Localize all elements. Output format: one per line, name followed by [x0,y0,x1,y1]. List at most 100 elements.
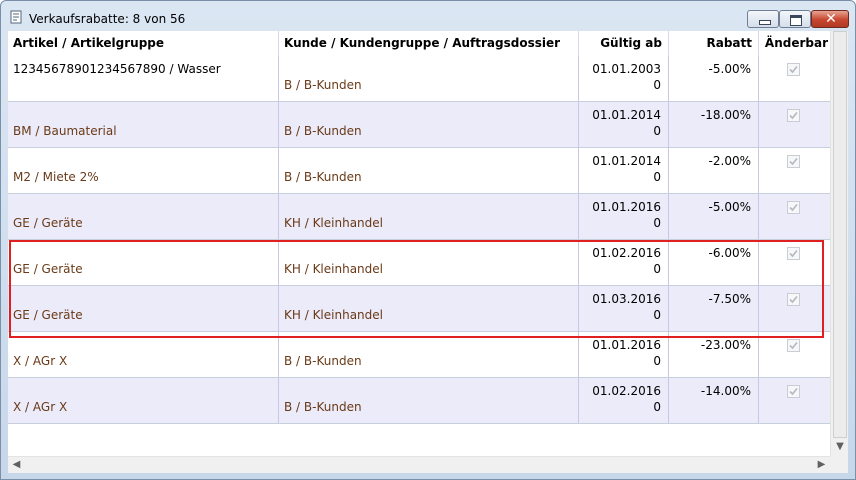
cell-rabatt[interactable]: -5.00% [669,194,759,239]
kunde-text: B / B-Kunden [284,170,362,184]
cell-aenderbar [759,56,830,101]
date-text: 01.01.2014 [592,154,661,168]
artikel-text: X / AGr X [13,354,68,368]
cell-gueltig-ab[interactable]: 01.01.2003 0 [579,56,669,101]
minimize-icon [759,20,771,25]
cell-kunde[interactable]: B / B-Kunden [279,378,579,423]
cell-artikel[interactable]: 12345678901234567890 / Wasser [8,56,279,101]
rabatt-text: -2.00% [708,154,751,168]
column-header-rabatt[interactable]: Rabatt [669,31,759,56]
cell-rabatt[interactable]: -7.50% [669,286,759,331]
aenderbar-checkbox[interactable] [787,385,800,398]
cell-gueltig-ab[interactable]: 01.01.2014 0 [579,148,669,193]
kunde-text: KH / Kleinhandel [284,216,383,230]
number-text: 0 [653,400,661,414]
cell-rabatt[interactable]: -23.00% [669,332,759,377]
checkmark-icon [789,111,798,120]
horizontal-scrollbar[interactable]: ◀ ▶ [8,456,830,473]
cell-aenderbar [759,148,830,193]
table-row[interactable]: GE / Geräte KH / Kleinhandel 01.01.2016 0 -5… [8,194,830,240]
table-row[interactable]: BM / Baumaterial B / B-Kunden 01.01.2014 0 -… [8,102,830,148]
cell-rabatt[interactable]: -2.00% [669,148,759,193]
checkmark-icon [789,341,798,350]
cell-kunde[interactable]: B / B-Kunden [279,102,579,147]
title-bar[interactable]: Verkaufsrabatte: 8 von 56 ✕ [1,1,855,31]
cell-aenderbar [759,286,830,331]
rabatt-text: -23.00% [700,338,751,352]
cell-gueltig-ab[interactable]: 01.02.2016 0 [579,378,669,423]
column-header-aenderbar[interactable]: Änderbar [759,31,830,56]
cell-aenderbar [759,240,830,285]
cell-artikel[interactable]: GE / Geräte [8,194,279,239]
table-row[interactable]: M2 / Miete 2% B / B-Kunden 01.01.2014 0 -2.0… [8,148,830,194]
artikel-text: GE / Geräte [13,262,83,276]
cell-kunde[interactable]: B / B-Kunden [279,332,579,377]
scrollbar-corner [830,456,848,473]
artikel-text: 12345678901234567890 / Wasser [13,62,221,76]
maximize-button[interactable] [779,10,811,28]
table-row[interactable]: X / AGr X B / B-Kunden 01.02.2016 0 -14.00% [8,378,830,424]
table-row[interactable]: GE / Geräte KH / Kleinhandel 01.03.2016 0 -7… [8,286,830,332]
cell-artikel[interactable]: X / AGr X [8,378,279,423]
scroll-thumb[interactable] [833,31,847,438]
date-text: 01.03.2016 [592,292,661,306]
cell-kunde[interactable]: B / B-Kunden [279,148,579,193]
table-row[interactable]: 12345678901234567890 / Wasser B / B-Kunde… [8,56,830,102]
kunde-text: KH / Kleinhandel [284,308,383,322]
cell-artikel[interactable]: X / AGr X [8,332,279,377]
cell-rabatt[interactable]: -5.00% [669,56,759,101]
aenderbar-checkbox[interactable] [787,109,800,122]
cell-aenderbar [759,102,830,147]
cell-rabatt[interactable]: -18.00% [669,102,759,147]
checkmark-icon [789,157,798,166]
date-text: 01.01.2003 [592,62,661,76]
kunde-text: B / B-Kunden [284,124,362,138]
aenderbar-checkbox[interactable] [787,155,800,168]
table-row[interactable]: X / AGr X B / B-Kunden 01.01.2016 0 -23.00% [8,332,830,378]
aenderbar-checkbox[interactable] [787,201,800,214]
cell-aenderbar [759,332,830,377]
cell-artikel[interactable]: M2 / Miete 2% [8,148,279,193]
cell-artikel[interactable]: BM / Baumaterial [8,102,279,147]
cell-kunde[interactable]: B / B-Kunden [279,56,579,101]
number-text: 0 [653,308,661,322]
cell-rabatt[interactable]: -14.00% [669,378,759,423]
date-text: 01.01.2016 [592,200,661,214]
date-text: 01.02.2016 [592,246,661,260]
aenderbar-checkbox[interactable] [787,63,800,76]
scroll-right-icon[interactable]: ▶ [813,457,830,473]
close-button[interactable]: ✕ [811,10,849,28]
column-header-gueltig-ab[interactable]: Gültig ab [579,31,669,56]
number-text: 0 [653,354,661,368]
cell-kunde[interactable]: KH / Kleinhandel [279,240,579,285]
scroll-left-icon[interactable]: ◀ [8,457,25,473]
checkmark-icon [789,387,798,396]
vertical-scrollbar[interactable]: ▼ [830,31,848,456]
table-header: Artikel / Artikelgruppe Kunde / Kundengr… [8,31,830,57]
kunde-text: KH / Kleinhandel [284,262,383,276]
aenderbar-checkbox[interactable] [787,339,800,352]
scroll-down-icon[interactable]: ▼ [831,438,849,456]
cell-artikel[interactable]: GE / Geräte [8,286,279,331]
kunde-text: B / B-Kunden [284,78,362,92]
column-header-kunde[interactable]: Kunde / Kundengruppe / Auftragsdossier [279,31,579,56]
cell-gueltig-ab[interactable]: 01.01.2016 0 [579,194,669,239]
cell-kunde[interactable]: KH / Kleinhandel [279,194,579,239]
kunde-text: B / B-Kunden [284,400,362,414]
kunde-text: B / B-Kunden [284,354,362,368]
aenderbar-checkbox[interactable] [787,293,800,306]
column-header-artikel[interactable]: Artikel / Artikelgruppe [8,31,279,56]
table-row[interactable]: GE / Geräte KH / Kleinhandel 01.02.2016 0 -6… [8,240,830,286]
cell-rabatt[interactable]: -6.00% [669,240,759,285]
cell-gueltig-ab[interactable]: 01.01.2014 0 [579,102,669,147]
cell-gueltig-ab[interactable]: 01.03.2016 0 [579,286,669,331]
cell-gueltig-ab[interactable]: 01.02.2016 0 [579,240,669,285]
rabatt-text: -6.00% [708,246,751,260]
cell-gueltig-ab[interactable]: 01.01.2016 0 [579,332,669,377]
date-text: 01.02.2016 [592,384,661,398]
minimize-button[interactable] [747,10,779,28]
cell-artikel[interactable]: GE / Geräte [8,240,279,285]
cell-kunde[interactable]: KH / Kleinhandel [279,286,579,331]
discount-table: Artikel / Artikelgruppe Kunde / Kundengr… [8,31,848,473]
aenderbar-checkbox[interactable] [787,247,800,260]
